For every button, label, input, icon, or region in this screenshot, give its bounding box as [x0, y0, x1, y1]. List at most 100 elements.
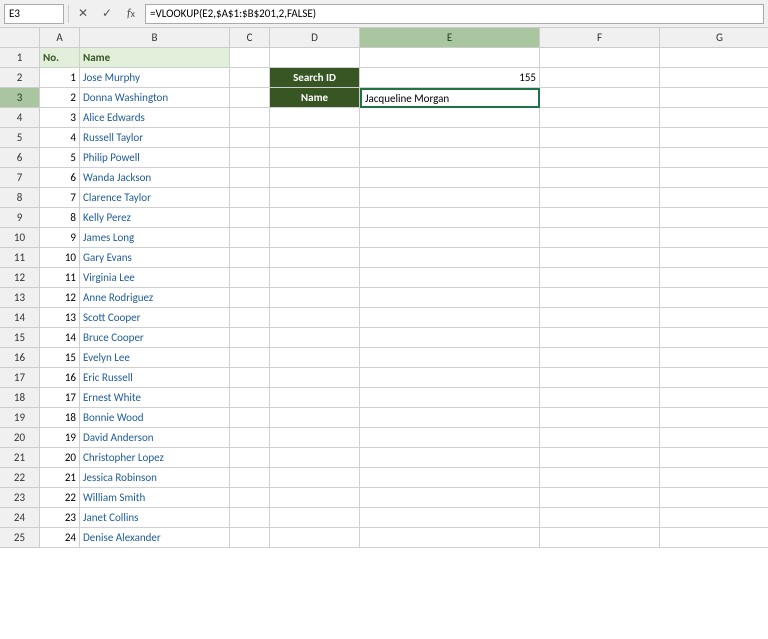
- cell-e11[interactable]: [360, 248, 540, 268]
- cell-b22[interactable]: Jessica Robinson: [80, 468, 230, 488]
- cell-c8[interactable]: [230, 188, 270, 208]
- cell-a10[interactable]: 9: [40, 228, 80, 248]
- cell-d21[interactable]: [270, 448, 360, 468]
- cell-d6[interactable]: [270, 148, 360, 168]
- cell-d20[interactable]: [270, 428, 360, 448]
- cell-f7[interactable]: [540, 168, 660, 188]
- cell-c21[interactable]: [230, 448, 270, 468]
- cell-e15[interactable]: [360, 328, 540, 348]
- cell-g10[interactable]: [660, 228, 768, 248]
- row-number[interactable]: 7: [0, 168, 40, 188]
- cell-b6[interactable]: Philip Powell: [80, 148, 230, 168]
- cell-a20[interactable]: 19: [40, 428, 80, 448]
- cell-f9[interactable]: [540, 208, 660, 228]
- cell-a12[interactable]: 11: [40, 268, 80, 288]
- col-header-c[interactable]: C: [230, 28, 270, 48]
- cell-b2[interactable]: Jose Murphy: [80, 68, 230, 88]
- cell-e23[interactable]: [360, 488, 540, 508]
- cell-f4[interactable]: [540, 108, 660, 128]
- row-number[interactable]: 16: [0, 348, 40, 368]
- cell-a11[interactable]: 10: [40, 248, 80, 268]
- cell-a9[interactable]: 8: [40, 208, 80, 228]
- cell-g4[interactable]: [660, 108, 768, 128]
- row-number[interactable]: 25: [0, 528, 40, 548]
- cell-b14[interactable]: Scott Cooper: [80, 308, 230, 328]
- cell-f1[interactable]: [540, 48, 660, 68]
- cell-c14[interactable]: [230, 308, 270, 328]
- cell-b1[interactable]: Name: [80, 48, 230, 68]
- cell-e12[interactable]: [360, 268, 540, 288]
- row-number[interactable]: 10: [0, 228, 40, 248]
- row-number[interactable]: 17: [0, 368, 40, 388]
- cell-g17[interactable]: [660, 368, 768, 388]
- cell-f11[interactable]: [540, 248, 660, 268]
- cell-d19[interactable]: [270, 408, 360, 428]
- row-number[interactable]: 9: [0, 208, 40, 228]
- cell-e10[interactable]: [360, 228, 540, 248]
- cell-d12[interactable]: [270, 268, 360, 288]
- cell-c7[interactable]: [230, 168, 270, 188]
- insert-function-button[interactable]: fx: [121, 4, 141, 24]
- cell-g21[interactable]: [660, 448, 768, 468]
- cell-b11[interactable]: Gary Evans: [80, 248, 230, 268]
- cell-a5[interactable]: 4: [40, 128, 80, 148]
- cell-g8[interactable]: [660, 188, 768, 208]
- cell-c6[interactable]: [230, 148, 270, 168]
- cell-b3[interactable]: Donna Washington: [80, 88, 230, 108]
- cell-g12[interactable]: [660, 268, 768, 288]
- cell-d2[interactable]: Search ID: [270, 68, 360, 88]
- cell-c22[interactable]: [230, 468, 270, 488]
- cell-f6[interactable]: [540, 148, 660, 168]
- cell-d25[interactable]: [270, 528, 360, 548]
- cell-f2[interactable]: [540, 68, 660, 88]
- cell-b24[interactable]: Janet Collins: [80, 508, 230, 528]
- cell-d22[interactable]: [270, 468, 360, 488]
- cell-g20[interactable]: [660, 428, 768, 448]
- row-number[interactable]: 5: [0, 128, 40, 148]
- cell-a14[interactable]: 13: [40, 308, 80, 328]
- col-header-d[interactable]: D: [270, 28, 360, 48]
- row-number[interactable]: 21: [0, 448, 40, 468]
- cell-b7[interactable]: Wanda Jackson: [80, 168, 230, 188]
- cell-e18[interactable]: [360, 388, 540, 408]
- cell-e8[interactable]: [360, 188, 540, 208]
- cell-f16[interactable]: [540, 348, 660, 368]
- confirm-button[interactable]: ✓: [97, 4, 117, 24]
- cell-c1[interactable]: [230, 48, 270, 68]
- col-header-e[interactable]: E: [360, 28, 540, 48]
- cell-f15[interactable]: [540, 328, 660, 348]
- cell-f10[interactable]: [540, 228, 660, 248]
- cell-e7[interactable]: [360, 168, 540, 188]
- cell-g16[interactable]: [660, 348, 768, 368]
- cell-c19[interactable]: [230, 408, 270, 428]
- row-number[interactable]: 18: [0, 388, 40, 408]
- row-number[interactable]: 14: [0, 308, 40, 328]
- cell-e6[interactable]: [360, 148, 540, 168]
- cell-d15[interactable]: [270, 328, 360, 348]
- cell-b8[interactable]: Clarence Taylor: [80, 188, 230, 208]
- row-number[interactable]: 4: [0, 108, 40, 128]
- cell-a8[interactable]: 7: [40, 188, 80, 208]
- cell-f8[interactable]: [540, 188, 660, 208]
- cell-d11[interactable]: [270, 248, 360, 268]
- col-header-a[interactable]: A: [40, 28, 80, 48]
- cell-c18[interactable]: [230, 388, 270, 408]
- cell-g18[interactable]: [660, 388, 768, 408]
- cell-f12[interactable]: [540, 268, 660, 288]
- cell-b19[interactable]: Bonnie Wood: [80, 408, 230, 428]
- cell-e19[interactable]: [360, 408, 540, 428]
- cell-g25[interactable]: [660, 528, 768, 548]
- col-header-g[interactable]: G: [660, 28, 768, 48]
- row-number[interactable]: 12: [0, 268, 40, 288]
- cell-c5[interactable]: [230, 128, 270, 148]
- cell-d17[interactable]: [270, 368, 360, 388]
- cell-b10[interactable]: James Long: [80, 228, 230, 248]
- cell-a2[interactable]: 1: [40, 68, 80, 88]
- col-header-f[interactable]: F: [540, 28, 660, 48]
- cell-d10[interactable]: [270, 228, 360, 248]
- cell-a17[interactable]: 16: [40, 368, 80, 388]
- cell-d23[interactable]: [270, 488, 360, 508]
- cancel-button[interactable]: ✕: [73, 4, 93, 24]
- cell-d24[interactable]: [270, 508, 360, 528]
- cell-g22[interactable]: [660, 468, 768, 488]
